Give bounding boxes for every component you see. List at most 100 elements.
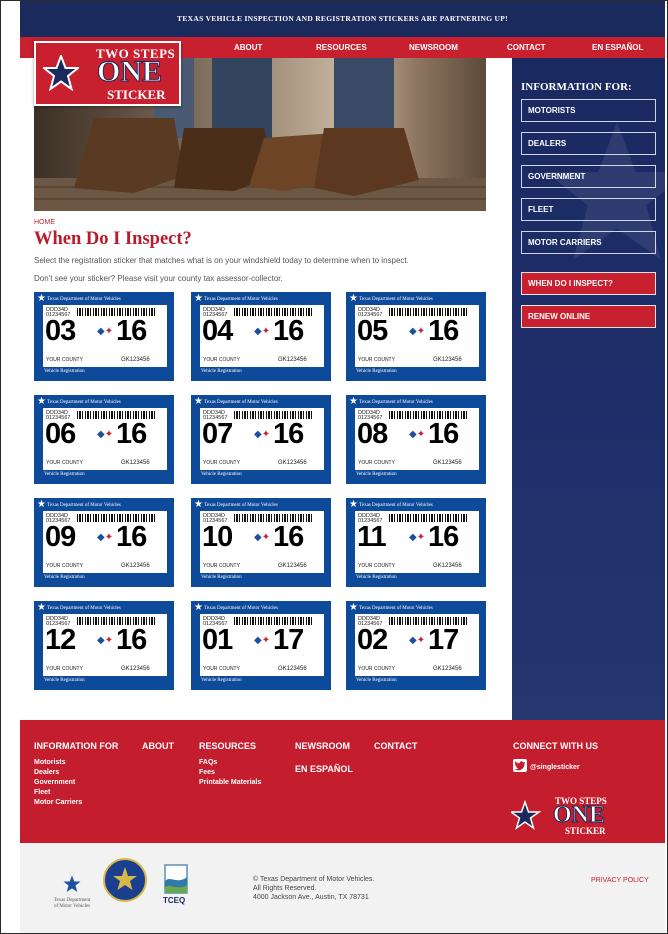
footer-link-government[interactable]: Government xyxy=(34,778,82,788)
footer-logo-line-2: ONE xyxy=(552,802,606,828)
sticker-card: DDD34D 01234567 05 ◆✦ 16 YOUR COUNTY GK123456 xyxy=(355,305,479,367)
texas-map-icon: ◆✦ xyxy=(254,532,271,543)
footer-link-faqs[interactable]: FAQs xyxy=(199,758,261,768)
sidebar-item-motor-carriers[interactable]: MOTOR CARRIERS xyxy=(521,231,656,254)
sticker-year: 16 xyxy=(116,521,147,553)
sticker-county: YOUR COUNTY xyxy=(203,357,240,363)
sticker-11-16[interactable]: ★ Texas Department of Motor Vehicles DDD3… xyxy=(346,498,486,587)
sticker-county: YOUR COUNTY xyxy=(46,357,83,363)
sticker-year: 16 xyxy=(273,418,304,450)
sticker-card: DDD34D 01234567 03 ◆✦ 16 YOUR COUNTY GK123456 xyxy=(43,305,167,367)
sticker-07-16[interactable]: ★ Texas Department of Motor Vehicles DDD3… xyxy=(191,395,331,484)
sidebar-item-dealers[interactable]: DEALERS xyxy=(521,132,656,155)
footer-link-printable-materials[interactable]: Printable Materials xyxy=(199,778,261,788)
footer-info-links: Motorists Dealers Government Fleet Motor… xyxy=(34,758,82,808)
nav-about[interactable]: ABOUT xyxy=(234,37,262,58)
tceq-logo[interactable]: TCEQ xyxy=(163,863,189,911)
sticker-02-17[interactable]: ★ Texas Department of Motor Vehicles DDD3… xyxy=(346,601,486,690)
sticker-serial: GK123456 xyxy=(433,563,462,569)
twitter-icon xyxy=(513,759,527,772)
tceq-label: TCEQ xyxy=(163,896,186,905)
sticker-serial: GK123456 xyxy=(278,666,307,672)
sticker-county: YOUR COUNTY xyxy=(46,563,83,569)
sticker-12-16[interactable]: ★ Texas Department of Motor Vehicles DDD3… xyxy=(34,601,174,690)
sticker-header: ★ Texas Department of Motor Vehicles xyxy=(37,602,121,614)
sticker-card: DDD34D 01234567 02 ◆✦ 17 YOUR COUNTY GK123456 xyxy=(355,614,479,676)
sticker-footer: Vehicle Registration xyxy=(44,575,85,580)
sidebar-item-government[interactable]: GOVERNMENT xyxy=(521,165,656,188)
txdmv-logo-line-2: of Motor Vehicles xyxy=(53,904,90,909)
sticker-header-text: Texas Department of Motor Vehicles xyxy=(47,503,121,508)
footer-info-heading[interactable]: INFORMATION FOR xyxy=(34,741,118,751)
footer-link-motor-carriers[interactable]: Motor Carriers xyxy=(34,798,82,808)
sticker-01-17[interactable]: ★ Texas Department of Motor Vehicles DDD3… xyxy=(191,601,331,690)
sticker-footer: Vehicle Registration xyxy=(356,369,397,374)
footer-link-fees[interactable]: Fees xyxy=(199,768,261,778)
sticker-footer: Vehicle Registration xyxy=(44,678,85,683)
sticker-header: ★ Texas Department of Motor Vehicles xyxy=(37,396,121,408)
texas-star-icon: ★ xyxy=(349,293,358,304)
sticker-header-text: Texas Department of Motor Vehicles xyxy=(204,297,278,302)
sticker-04-16[interactable]: ★ Texas Department of Motor Vehicles DDD3… xyxy=(191,292,331,381)
renew-online-button[interactable]: RENEW ONLINE xyxy=(521,305,656,328)
privacy-policy-link[interactable]: PRIVACY POLICY xyxy=(591,877,649,884)
footer-link-motorists[interactable]: Motorists xyxy=(34,758,82,768)
bottom-bar: Texas Department of Motor Vehicles TCEQ … xyxy=(20,843,665,933)
sticker-header: ★ Texas Department of Motor Vehicles xyxy=(37,293,121,305)
nav-espanol[interactable]: EN ESPAÑOL xyxy=(592,37,643,58)
sticker-month: 05 xyxy=(357,315,388,347)
texas-map-icon: ◆✦ xyxy=(97,635,114,646)
sticker-serial: GK123456 xyxy=(121,666,150,672)
sticker-09-16[interactable]: ★ Texas Department of Motor Vehicles DDD3… xyxy=(34,498,174,587)
sticker-card: DDD34D 01234567 10 ◆✦ 16 YOUR COUNTY GK123456 xyxy=(200,511,324,573)
nav-contact[interactable]: CONTACT xyxy=(507,37,546,58)
sticker-06-16[interactable]: ★ Texas Department of Motor Vehicles DDD3… xyxy=(34,395,174,484)
site-logo[interactable]: TWO STEPS ONE STICKER xyxy=(34,41,181,106)
sticker-year: 16 xyxy=(428,315,459,347)
sticker-footer: Vehicle Registration xyxy=(201,369,242,374)
sticker-header: ★ Texas Department of Motor Vehicles xyxy=(349,499,433,511)
footer-newsroom[interactable]: NEWSROOM xyxy=(295,741,350,751)
sidebar-item-motorists[interactable]: MOTORISTS xyxy=(521,99,656,122)
sticker-card: DDD34D 01234567 04 ◆✦ 16 YOUR COUNTY GK123456 xyxy=(200,305,324,367)
sticker-header-text: Texas Department of Motor Vehicles xyxy=(359,297,433,302)
footer-contact[interactable]: CONTACT xyxy=(374,741,417,751)
footer-connect-heading: CONNECT WITH US xyxy=(513,741,598,751)
sticker-year: 17 xyxy=(428,624,459,656)
sticker-03-16[interactable]: ★ Texas Department of Motor Vehicles DDD3… xyxy=(34,292,174,381)
intro-text: Select the registration sticker that mat… xyxy=(34,256,409,265)
sticker-05-16[interactable]: ★ Texas Department of Motor Vehicles DDD3… xyxy=(346,292,486,381)
sticker-county: YOUR COUNTY xyxy=(203,563,240,569)
sticker-serial: GK123456 xyxy=(278,563,307,569)
sticker-year: 16 xyxy=(116,315,147,347)
texas-star-icon: ★ xyxy=(349,499,358,510)
nav-resources[interactable]: RESOURCES xyxy=(316,37,367,58)
footer-about[interactable]: ABOUT xyxy=(142,741,174,751)
missing-sticker-text: Don't see your sticker? Please visit you… xyxy=(34,274,283,283)
texas-map-icon: ◆✦ xyxy=(254,635,271,646)
sticker-08-16[interactable]: ★ Texas Department of Motor Vehicles DDD3… xyxy=(346,395,486,484)
breadcrumb-home[interactable]: HOME xyxy=(34,219,55,226)
sticker-card: DDD34D 01234567 11 ◆✦ 16 YOUR COUNTY GK123456 xyxy=(355,511,479,573)
dps-seal-icon[interactable] xyxy=(103,858,147,902)
sticker-footer: Vehicle Registration xyxy=(201,472,242,477)
texas-map-icon: ◆✦ xyxy=(409,429,426,440)
footer-logo[interactable]: TWO STEPS ONE STICKER xyxy=(508,794,621,838)
footer-resources-heading[interactable]: RESOURCES xyxy=(199,741,256,751)
sticker-month: 06 xyxy=(45,418,76,450)
copyright-line-2: All Rights Reserved. xyxy=(253,885,317,892)
twitter-link[interactable]: @singlesticker xyxy=(513,759,580,772)
sticker-month: 01 xyxy=(202,624,233,656)
txdmv-logo[interactable]: Texas Department of Motor Vehicles xyxy=(47,875,97,915)
footer-resources-links: FAQs Fees Printable Materials xyxy=(199,758,261,788)
footer-link-fleet[interactable]: Fleet xyxy=(34,788,82,798)
nav-newsroom[interactable]: NEWSROOM xyxy=(409,37,458,58)
sticker-grid: ★ Texas Department of Motor Vehicles DDD3… xyxy=(34,292,486,690)
when-do-i-inspect-button[interactable]: WHEN DO I INSPECT? xyxy=(521,272,656,295)
footer-espanol[interactable]: EN ESPAÑOL xyxy=(295,764,353,774)
texas-map-icon: ◆✦ xyxy=(97,532,114,543)
sidebar-item-fleet[interactable]: FLEET xyxy=(521,198,656,221)
sticker-10-16[interactable]: ★ Texas Department of Motor Vehicles DDD3… xyxy=(191,498,331,587)
sticker-month: 03 xyxy=(45,315,76,347)
footer-link-dealers[interactable]: Dealers xyxy=(34,768,82,778)
